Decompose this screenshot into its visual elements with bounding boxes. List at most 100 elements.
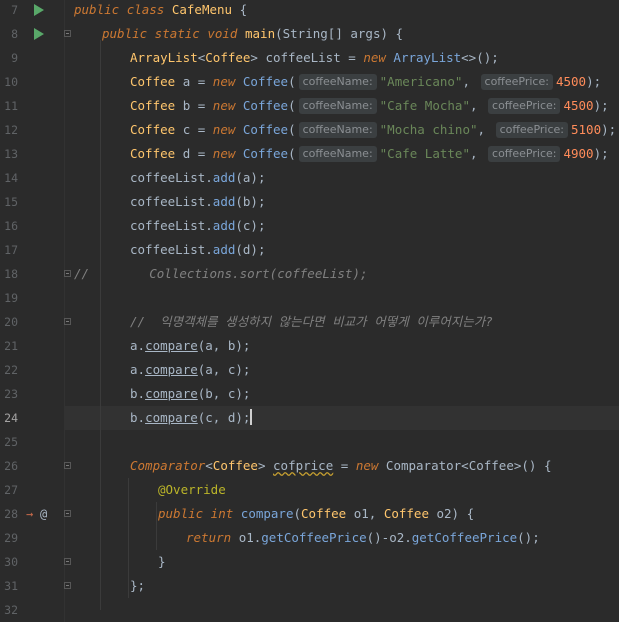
code-line[interactable]: a.compare(a, c); [74, 358, 619, 382]
gutter-row[interactable]: 27 [0, 478, 64, 502]
code-token: compare [145, 386, 198, 401]
code-line[interactable] [74, 598, 619, 622]
gutter-row[interactable]: 18 [0, 262, 71, 286]
code-token: o1. [238, 530, 262, 545]
code-line[interactable] [74, 430, 619, 454]
run-icon[interactable] [34, 28, 44, 40]
fold-marker-icon[interactable] [64, 582, 71, 589]
gutter-row[interactable]: 32 [0, 598, 64, 622]
code-token: Coffee [301, 506, 354, 521]
code-line[interactable]: ArrayList<Coffee> coffeeList = new Array… [74, 46, 619, 70]
code-token: new [363, 50, 394, 65]
gutter-row[interactable]: 21 [0, 334, 64, 358]
code-line[interactable]: a.compare(a, b); [74, 334, 619, 358]
gutter-row[interactable]: 28 → @ [0, 502, 71, 526]
gutter-row[interactable]: 17 [0, 238, 64, 262]
gutter-row[interactable]: 24 [0, 406, 64, 430]
gutter-row[interactable]: 10 [0, 70, 64, 94]
gutter-row[interactable]: 13 [0, 142, 64, 166]
code-line[interactable]: Coffee a = new Coffee(coffeeName: "Americ… [74, 70, 619, 94]
code-token: // 익명객체를 생성하지 않는다면 비교가 어떻게 이루어지는가? [130, 314, 493, 329]
gutter-row[interactable]: 15 [0, 190, 64, 214]
code-line[interactable]: Coffee d = new Coffee(coffeeName: "Cafe L… [74, 142, 619, 166]
run-icon[interactable] [34, 4, 44, 16]
line-number: 8 [11, 27, 18, 41]
code-line[interactable]: public static void main(String[] args) { [74, 22, 619, 46]
code-line[interactable]: b.compare(c, d); [65, 406, 619, 430]
implements-method-icon[interactable]: → [26, 506, 33, 522]
code-token: new [212, 146, 243, 161]
line-number: 27 [4, 483, 18, 497]
code-line[interactable] [74, 286, 619, 310]
gutter-row[interactable]: 22 [0, 358, 64, 382]
code-token: getCoffeePrice [411, 530, 518, 545]
code-token: 4500 [555, 74, 587, 89]
code-line[interactable]: Coffee c = new Coffee(coffeeName: "Mocha … [74, 118, 619, 142]
gutter-row[interactable]: 20 [0, 310, 71, 334]
code-token: < [205, 458, 213, 473]
gutter-row[interactable]: 30 [0, 550, 71, 574]
code-token: (b); [235, 194, 266, 209]
fold-marker-icon[interactable] [64, 270, 71, 277]
code-token: getCoffeePrice [261, 530, 367, 545]
code-line[interactable]: @Override [74, 478, 619, 502]
code-token: add [212, 170, 236, 185]
code-line[interactable]: coffeeList.add(c); [74, 214, 619, 238]
gutter-row[interactable]: 26 [0, 454, 71, 478]
code-line[interactable]: }; [74, 574, 619, 598]
code-token: ); [586, 74, 602, 89]
gutter-row[interactable]: 14 [0, 166, 64, 190]
fold-marker-icon[interactable] [64, 510, 71, 517]
gutter-row[interactable]: 23 [0, 382, 64, 406]
code-token: (a, c); [197, 362, 251, 377]
gutter-row[interactable]: 29 [0, 526, 64, 550]
code-line[interactable]: // Collections.sort(coffeeList); [74, 262, 619, 286]
fold-marker-icon[interactable] [64, 318, 71, 325]
indent-guide [100, 40, 101, 610]
code-token: > coffeeList = [250, 50, 364, 65]
gutter-row[interactable]: 19 [0, 286, 64, 310]
code-token: main [245, 26, 276, 41]
gutter-row[interactable]: 12 [0, 118, 64, 142]
code-token: Coffee [242, 122, 289, 137]
fold-marker-icon[interactable] [64, 558, 71, 565]
line-number-gutter[interactable]: 7 8 9 10 11 12 13 14 15 16 17 18 19 20 21 22 23 24 25 26 27 2… [0, 0, 71, 622]
code-line[interactable]: coffeeList.add(d); [74, 238, 619, 262]
code-token: (String[] args) { [275, 26, 404, 41]
line-number: 19 [4, 291, 18, 305]
code-line[interactable]: public class CafeMenu { [74, 0, 619, 22]
code-editor[interactable]: 7 8 9 10 11 12 13 14 15 16 17 18 19 20 21 22 23 24 25 26 27 2… [0, 0, 619, 622]
code-token: new [212, 98, 243, 113]
code-token: coffeeList. [130, 194, 213, 209]
code-line[interactable]: coffeeList.add(b); [74, 190, 619, 214]
fold-marker-icon[interactable] [64, 30, 71, 37]
parameter-hint: coffeePrice: [488, 146, 561, 162]
line-number: 25 [4, 435, 18, 449]
code-token: compare [145, 338, 198, 353]
gutter-row[interactable]: 8 [0, 22, 71, 46]
code-line[interactable]: // 익명객체를 생성하지 않는다면 비교가 어떻게 이루어지는가? [74, 310, 619, 334]
code-token: add [212, 194, 236, 209]
gutter-row[interactable]: 16 [0, 214, 64, 238]
code-token: = [333, 458, 356, 473]
code-line[interactable]: b.compare(b, c); [74, 382, 619, 406]
code-token: add [212, 218, 236, 233]
override-method-icon[interactable]: @ [40, 506, 47, 522]
code-token: ( [288, 146, 296, 161]
gutter-row[interactable]: 7 [0, 0, 64, 22]
gutter-row[interactable]: 11 [0, 94, 64, 118]
code-line[interactable]: } [74, 550, 619, 574]
code-token: new [212, 74, 243, 89]
code-token: public int [158, 506, 241, 521]
code-line[interactable]: Comparator<Coffee> cofprice = new Compar… [74, 454, 619, 478]
gutter-row[interactable]: 25 [0, 430, 64, 454]
code-line[interactable]: coffeeList.add(a); [74, 166, 619, 190]
fold-marker-icon[interactable] [64, 462, 71, 469]
gutter-row[interactable]: 31 [0, 574, 71, 598]
gutter-row[interactable]: 9 [0, 46, 64, 70]
code-token: > [257, 458, 274, 473]
line-number: 14 [4, 171, 18, 185]
code-line[interactable]: Coffee b = new Coffee(coffeeName: "Cafe M… [74, 94, 619, 118]
code-token: Comparator [130, 458, 206, 473]
code-token: d = [182, 146, 213, 161]
